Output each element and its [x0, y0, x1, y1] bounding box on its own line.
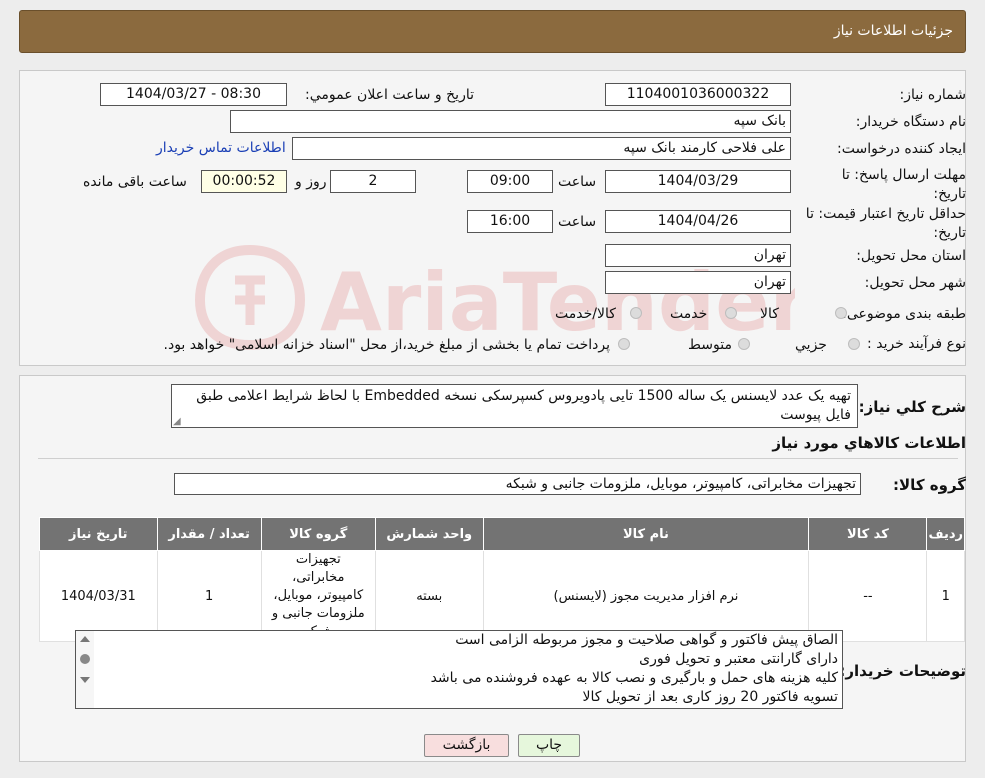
process-label: نوع فرآیند خرید :	[867, 336, 966, 352]
payment-note: پرداخت تمام یا بخشی از مبلغ خرید،از محل …	[163, 337, 610, 353]
province-label: استان محل تحویل:	[856, 248, 966, 264]
svg-text:AriaTender.neT: AriaTender.neT	[320, 256, 795, 349]
goods-group-label: گروه کالا:	[893, 476, 966, 494]
description-label: شرح کلي نیاز:	[858, 398, 966, 416]
cell-code: --	[808, 550, 928, 642]
category-option-goods-service: کالا/خدمت	[555, 306, 616, 322]
col-group: گروه کالا	[260, 517, 376, 551]
col-row: ردیف	[926, 517, 965, 551]
validity-time-field: 16:00	[467, 210, 553, 233]
deadline-time-label: ساعت	[558, 174, 597, 190]
deadline-time-field: 09:00	[467, 170, 553, 193]
need-number-field: 1104001036000322	[605, 83, 791, 106]
col-unit: واحد شمارش	[374, 517, 484, 551]
table-row: 1 -- نرم افزار مدیریت مجوز (لایسنس) بسته…	[39, 550, 965, 642]
category-radio-goods[interactable]	[835, 307, 847, 319]
goods-section-title: اطلاعات کالاهاي مورد نیاز	[772, 434, 966, 452]
goods-group-field: تجهیزات مخابراتی، کامپیوتر، موبایل، ملزو…	[174, 473, 861, 495]
print-button[interactable]: چاپ	[518, 734, 580, 757]
scroll-thumb[interactable]	[80, 654, 90, 664]
col-code: کد کالا	[808, 517, 928, 551]
category-option-service: خدمت	[670, 306, 708, 322]
cell-name: نرم افزار مدیریت مجوز (لایسنس)	[482, 550, 810, 642]
table-header-row: ردیف کد کالا نام کالا واحد شمارش گروه کا…	[39, 517, 965, 551]
creator-label: ایجاد کننده درخواست:	[837, 141, 966, 157]
buyer-contact-link[interactable]: اطلاعات تماس خریدار	[156, 140, 286, 156]
payment-checkbox[interactable]	[618, 338, 630, 350]
cell-row: 1	[926, 550, 965, 642]
announce-label: تاریخ و ساعت اعلان عمومي:	[305, 87, 474, 103]
goods-separator	[38, 458, 958, 459]
buyer-notes-line-2: دارای گارانتی معتبر و تحویل فوری	[639, 651, 838, 667]
category-radio-service[interactable]	[725, 307, 737, 319]
announce-field: 1404/03/27 - 08:30	[100, 83, 287, 106]
days-field: 2	[330, 170, 416, 193]
cell-unit: بسته	[374, 550, 484, 642]
col-date: تاریخ نیاز	[39, 517, 158, 551]
buyer-field: بانک سپه	[230, 110, 791, 133]
remaining-label: ساعت باقی مانده	[83, 174, 187, 190]
buyer-notes-line-3: کلیه هزینه های حمل و بارگیری و نصب کالا …	[430, 670, 838, 686]
deadline-date-field: 1404/03/29	[605, 170, 791, 193]
buyer-notes-label: توضیحات خریدار:	[839, 662, 966, 680]
items-table: ردیف کد کالا نام کالا واحد شمارش گروه کا…	[39, 517, 965, 642]
creator-field: علی فلاحی کارمند بانک سپه	[292, 137, 791, 160]
buyer-notes-line-4: تسویه فاکتور 20 روز کاری بعد از تحویل کا…	[582, 689, 838, 705]
notes-scrollbar[interactable]	[76, 631, 94, 708]
validity-label: حداقل تاریخ اعتبار قیمت: تا تاریخ:	[805, 206, 966, 241]
city-field: تهران	[605, 271, 791, 294]
cell-group: تجهیزات مخابراتی، کامپیوتر، موبایل، ملزو…	[260, 550, 376, 642]
category-option-goods: کالا	[760, 306, 779, 322]
city-label: شهر محل تحویل:	[864, 275, 966, 291]
days-label: روز و	[295, 174, 327, 190]
buyer-notes-textarea[interactable]: الصاق پیش فاکتور و گواهی صلاحیت و مجوز م…	[75, 630, 843, 709]
process-option-small: جزیي	[795, 337, 827, 353]
col-quantity: تعداد / مقدار	[156, 517, 262, 551]
page-title: جزئیات اطلاعات نیاز	[833, 23, 953, 39]
buyer-label: نام دستگاه خریدار:	[855, 114, 966, 130]
cell-quantity: 1	[156, 550, 262, 642]
remaining-time-field: 00:00:52	[201, 170, 287, 193]
need-number-label: شماره نیاز:	[899, 87, 967, 103]
validity-time-label: ساعت	[558, 214, 597, 230]
textarea-resize-icon[interactable]: ◢	[173, 416, 181, 427]
back-button[interactable]: بازگشت	[424, 734, 509, 757]
scroll-up-icon[interactable]	[80, 636, 90, 642]
page-header: جزئیات اطلاعات نیاز	[19, 10, 966, 53]
validity-date-field: 1404/04/26	[605, 210, 791, 233]
cell-date: 1404/03/31	[39, 550, 158, 642]
category-radio-goods-service[interactable]	[630, 307, 642, 319]
scroll-down-icon[interactable]	[80, 677, 90, 683]
buyer-notes-line-1: الصاق پیش فاکتور و گواهی صلاحیت و مجوز م…	[455, 632, 838, 648]
col-name: نام کالا	[482, 517, 810, 551]
deadline-label: مهلت ارسال پاسخ: تا تاریخ:	[841, 167, 966, 202]
category-label: طبقه بندی موضوعی:	[842, 306, 966, 322]
process-option-medium: متوسط	[688, 337, 732, 353]
province-field: تهران	[605, 244, 791, 267]
process-radio-small[interactable]	[848, 338, 860, 350]
description-textarea[interactable]: تهیه یک عدد لایسنس یک ساله 1500 تایی پاد…	[171, 384, 858, 428]
process-radio-medium[interactable]	[738, 338, 750, 350]
